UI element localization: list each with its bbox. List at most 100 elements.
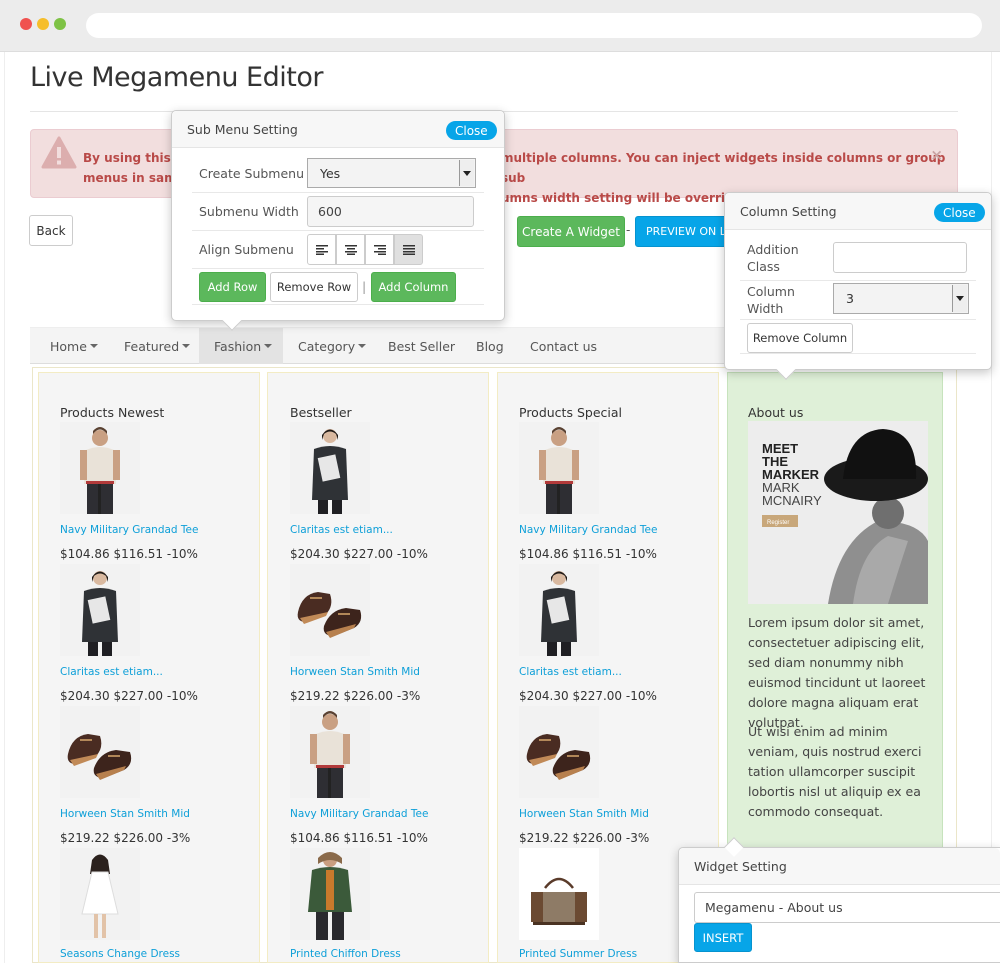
back-button[interactable]: Back xyxy=(29,215,73,246)
nav-item-featured[interactable]: Featured xyxy=(124,328,191,364)
caret-down-icon xyxy=(264,344,273,348)
align-right-icon xyxy=(373,244,386,255)
row-divider xyxy=(192,230,484,231)
nav-item-blog[interactable]: Blog xyxy=(476,328,504,364)
product-image[interactable] xyxy=(60,564,140,656)
nav-label: Home xyxy=(50,338,87,354)
product-name-link[interactable]: Printed Summer Dress xyxy=(519,948,637,960)
product-image[interactable] xyxy=(290,422,370,514)
page-title: Live Megamenu Editor xyxy=(30,62,323,93)
align-submenu-label: Align Submenu xyxy=(199,242,294,257)
column-width-select[interactable]: 3 xyxy=(833,283,969,314)
column-width-label: Column Width xyxy=(747,284,795,316)
align-center-icon xyxy=(344,244,357,255)
remove-column-button[interactable]: Remove Column xyxy=(747,323,853,353)
column-heading: About us xyxy=(748,405,804,420)
product-name-link[interactable]: Horween Stan Smith Mid xyxy=(60,808,190,820)
product-name-link[interactable]: Claritas est etiam... xyxy=(60,666,163,678)
nav-item-contact[interactable]: Contact us xyxy=(530,328,597,364)
create-widget-button[interactable]: Create A Widget xyxy=(517,216,625,247)
caret-down-icon xyxy=(89,344,98,348)
address-bar[interactable] xyxy=(86,13,982,38)
product-name-link[interactable]: Navy Military Grandad Tee xyxy=(519,524,657,536)
popover-header: Widget Setting xyxy=(679,848,1000,885)
nav-item-fashion[interactable]: Fashion xyxy=(199,328,283,364)
close-button[interactable]: Close xyxy=(934,203,985,222)
chevron-down-icon xyxy=(952,285,967,312)
addition-class-input[interactable] xyxy=(833,242,967,273)
nav-item-category[interactable]: Category xyxy=(298,328,367,364)
product-image[interactable] xyxy=(519,564,599,656)
product-name-link[interactable]: Navy Military Grandad Tee xyxy=(290,808,428,820)
product-image[interactable] xyxy=(519,422,599,514)
caret-down-icon xyxy=(182,344,191,348)
product-price: $204.30 $227.00 -10% xyxy=(519,689,657,703)
window-close-dot[interactable] xyxy=(20,18,32,30)
select-value: 3 xyxy=(846,291,854,306)
nav-label: Featured xyxy=(124,338,180,354)
nav-item-home[interactable]: Home xyxy=(50,328,98,364)
align-right-button[interactable] xyxy=(365,234,394,265)
add-column-button[interactable]: Add Column xyxy=(371,272,456,302)
submenu-width-label: Submenu Width xyxy=(199,204,299,219)
product-image[interactable] xyxy=(290,564,370,656)
product-price: $219.22 $226.00 -3% xyxy=(519,831,650,845)
nav-item-best-seller[interactable]: Best Seller xyxy=(388,328,455,364)
nav-label: Category xyxy=(298,338,356,354)
product-name-link[interactable]: Claritas est etiam... xyxy=(290,524,393,536)
row-divider xyxy=(740,353,976,354)
alert-line-1-right: multiple columns. You can inject widgets… xyxy=(501,151,946,185)
popover-title: Sub Menu Setting xyxy=(187,121,298,137)
window-maximize-dot[interactable] xyxy=(54,18,66,30)
warning-icon xyxy=(41,136,77,169)
row-divider xyxy=(192,192,484,193)
product-price: $104.86 $116.51 -10% xyxy=(60,547,198,561)
align-left-icon xyxy=(315,244,328,255)
preview-button[interactable]: PREVIEW ON LIV xyxy=(635,216,730,247)
banner-text: MCNAIRY xyxy=(762,493,822,508)
product-name-link[interactable]: Seasons Change Dress xyxy=(60,948,180,960)
product-price: $219.22 $226.00 -3% xyxy=(290,689,421,703)
product-image[interactable] xyxy=(60,706,140,798)
toolbar-separator: - xyxy=(626,223,631,237)
product-image[interactable] xyxy=(60,848,140,940)
column-heading: Products Newest xyxy=(60,405,165,420)
product-name-link[interactable]: Horween Stan Smith Mid xyxy=(290,666,420,678)
product-image[interactable] xyxy=(290,848,370,940)
product-image[interactable] xyxy=(519,848,599,940)
popover-title: Column Setting xyxy=(740,203,837,219)
add-row-button[interactable]: Add Row xyxy=(199,272,266,302)
align-justify-button[interactable] xyxy=(394,234,423,265)
product-price: $219.22 $226.00 -3% xyxy=(60,831,191,845)
window-minimize-dot[interactable] xyxy=(37,18,49,30)
product-name-link[interactable]: Navy Military Grandad Tee xyxy=(60,524,198,536)
product-price: $204.30 $227.00 -10% xyxy=(290,547,428,561)
product-image[interactable] xyxy=(60,422,140,514)
browser-chrome xyxy=(0,0,1000,52)
caret-down-icon xyxy=(358,344,367,348)
row-divider xyxy=(192,304,484,305)
product-name-link[interactable]: Claritas est etiam... xyxy=(519,666,622,678)
align-left-button[interactable] xyxy=(307,234,336,265)
product-name-link[interactable]: Printed Chiffon Dress xyxy=(290,948,401,960)
align-center-button[interactable] xyxy=(336,234,365,265)
about-paragraph: Lorem ipsum dolor sit amet, consectetuer… xyxy=(748,615,926,730)
product-image[interactable] xyxy=(519,706,599,798)
chevron-down-icon xyxy=(459,160,474,186)
product-image[interactable] xyxy=(290,706,370,798)
popover-title: Widget Setting xyxy=(694,858,787,874)
insert-button[interactable]: INSERT xyxy=(694,923,752,952)
product-name-link[interactable]: Horween Stan Smith Mid xyxy=(519,808,649,820)
product-price: $204.30 $227.00 -10% xyxy=(60,689,198,703)
create-submenu-select[interactable]: Yes xyxy=(307,158,476,188)
select-value: Yes xyxy=(320,165,341,181)
remove-row-button[interactable]: Remove Row xyxy=(270,272,358,302)
submenu-width-input[interactable]: 600 xyxy=(307,196,474,227)
column-heading: Bestseller xyxy=(290,405,352,420)
alert-close-icon[interactable]: × xyxy=(930,146,943,164)
close-button[interactable]: Close xyxy=(446,121,497,140)
widget-select[interactable]: Megamenu - About us xyxy=(694,892,1000,923)
about-banner-image: MEET THE MARKER MARK MCNAIRY Register xyxy=(748,421,928,604)
addition-class-label: Addition Class xyxy=(747,242,799,274)
nav-label: Fashion xyxy=(214,338,262,354)
